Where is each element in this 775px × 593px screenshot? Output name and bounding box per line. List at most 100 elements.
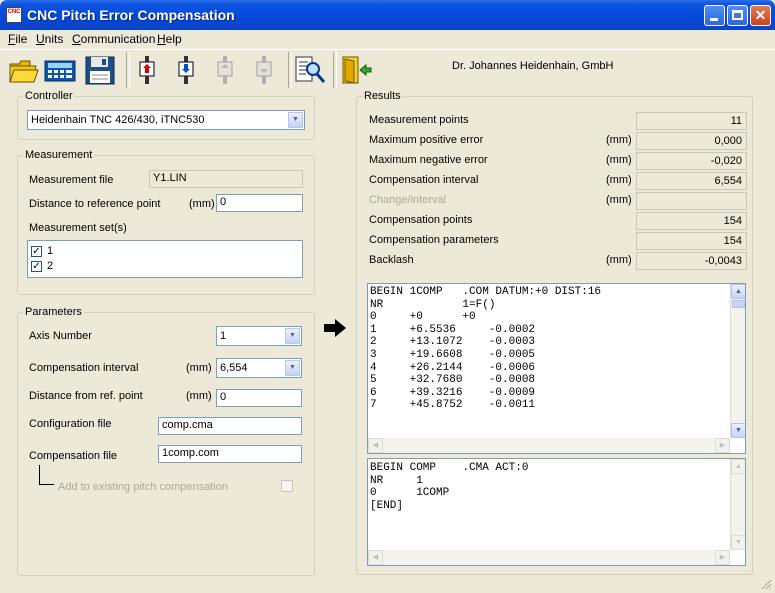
menu-help[interactable]: Help bbox=[157, 32, 182, 46]
axis-number-value: 1 bbox=[220, 330, 227, 342]
resize-grip-icon[interactable] bbox=[760, 578, 772, 590]
cma-file-textarea[interactable]: BEGIN COMP .CMA ACT:0 NR 10 1COMP [END] ▲ … bbox=[367, 458, 746, 566]
distance-ref-point-input[interactable]: 0 bbox=[216, 389, 302, 407]
result-value: 0,000 bbox=[636, 132, 747, 150]
chevron-down-icon[interactable]: ▼ bbox=[285, 328, 300, 344]
scroll-right-icon[interactable]: ▶ bbox=[715, 438, 730, 453]
scroll-left-icon[interactable]: ◀ bbox=[368, 550, 383, 565]
scroll-up-icon[interactable]: ▲ bbox=[731, 459, 745, 474]
close-button[interactable]: ✕ bbox=[750, 5, 771, 26]
measurement-set-1-label: 1 bbox=[47, 245, 54, 257]
measurement-set-1-checkbox[interactable]: ✓ bbox=[31, 246, 42, 257]
compensation-file-label: Compensation file bbox=[29, 450, 118, 462]
com-line: 0 +0 +0 bbox=[370, 311, 476, 324]
company-name: Dr. Johannes Heidenhain, GmbH bbox=[452, 60, 614, 72]
chevron-down-icon[interactable]: ▼ bbox=[285, 360, 300, 376]
com-line: 1 +6.5536 -0.0002 bbox=[370, 323, 536, 336]
cma-file-content: BEGIN COMP .CMA ACT:0 NR 10 1COMP [END] bbox=[370, 462, 528, 512]
scroll-right-icon[interactable]: ▶ bbox=[715, 550, 730, 565]
compensation-interval-label: Compensation interval bbox=[29, 362, 139, 374]
measurement-sets-list[interactable] bbox=[27, 240, 303, 278]
window-title: CNC Pitch Error Compensation bbox=[27, 7, 235, 23]
distance-reference-label: Distance to reference point bbox=[29, 198, 161, 210]
measurement-group-label: Measurement bbox=[23, 149, 95, 161]
com-line: 4 +26.2144 -0.0006 bbox=[370, 361, 536, 374]
result-unit: (mm) bbox=[606, 254, 632, 266]
toolbar-separator bbox=[288, 52, 292, 88]
minimize-icon bbox=[710, 18, 718, 21]
menu-file[interactable]: File bbox=[8, 32, 27, 46]
compensation-interval-value: 6,554 bbox=[220, 362, 248, 374]
search-magnify-icon[interactable] bbox=[294, 54, 326, 86]
minimize-button[interactable] bbox=[704, 5, 725, 26]
com-line: 6 +39.3216 -0.0009 bbox=[370, 386, 536, 399]
cma-line: 0 1COMP bbox=[370, 487, 450, 500]
chevron-down-icon[interactable]: ▼ bbox=[288, 112, 303, 128]
open-folder-icon[interactable] bbox=[8, 54, 40, 86]
scroll-thumb[interactable] bbox=[732, 300, 745, 308]
result-value: 11 bbox=[636, 112, 747, 130]
result-value: 154 bbox=[636, 212, 747, 230]
configuration-file-input[interactable]: comp.cma bbox=[158, 417, 302, 435]
result-unit: (mm) bbox=[606, 134, 632, 146]
scroll-down-icon[interactable]: ▼ bbox=[731, 535, 745, 550]
com-file-content: BEGIN 1COMP .COM DATUM:+0 DIST:16 NR 1=F(… bbox=[370, 286, 601, 412]
exit-door-icon[interactable] bbox=[340, 54, 372, 86]
com-line: 2 +13.1072 -0.0003 bbox=[370, 336, 536, 349]
app-icon: CNC bbox=[6, 7, 22, 23]
measurement-file-field: Y1.LIN bbox=[149, 170, 303, 188]
com-line: 7 +45.8752 -0.0011 bbox=[370, 399, 536, 412]
result-unit: (mm) bbox=[606, 174, 632, 186]
result-value: 154 bbox=[636, 232, 747, 250]
com-line: 5 +32.7680 -0.0008 bbox=[370, 374, 536, 387]
configuration-file-label: Configuration file bbox=[29, 418, 112, 430]
measurement-set-2-checkbox[interactable]: ✓ bbox=[31, 261, 42, 272]
close-icon: ✕ bbox=[754, 7, 767, 23]
result-value: -0,0043 bbox=[636, 252, 747, 270]
parameters-group bbox=[17, 312, 315, 576]
result-label: Compensation points bbox=[369, 214, 473, 226]
result-unit: (mm) bbox=[606, 194, 632, 206]
measurement-file-label: Measurement file bbox=[29, 174, 114, 186]
connector-receive-icon[interactable] bbox=[170, 54, 202, 86]
menu-divider bbox=[0, 49, 775, 50]
measurement-sets-label: Measurement set(s) bbox=[29, 222, 127, 234]
parameters-group-label: Parameters bbox=[23, 306, 84, 318]
cma-line: [END] bbox=[370, 499, 404, 512]
maximize-icon bbox=[732, 10, 743, 20]
connector-disabled-icon[interactable] bbox=[209, 54, 241, 86]
distance-reference-input[interactable]: 0 bbox=[216, 194, 303, 212]
result-label: Measurement points bbox=[369, 114, 469, 126]
com-file-textarea[interactable]: BEGIN 1COMP .COM DATUM:+0 DIST:16 NR 1=F(… bbox=[367, 283, 746, 454]
compensation-file-input[interactable]: 1comp.com bbox=[158, 445, 302, 463]
controller-group-label: Controller bbox=[23, 90, 75, 102]
result-label: Change/interval bbox=[369, 194, 447, 206]
add-existing-label: Add to existing pitch compensation bbox=[58, 481, 228, 493]
calculator-icon[interactable] bbox=[44, 54, 76, 86]
connector-disabled-2-icon[interactable] bbox=[248, 54, 280, 86]
save-disk-icon[interactable] bbox=[84, 54, 116, 86]
cma-vertical-scrollbar[interactable]: ▲ ▼ bbox=[730, 459, 745, 550]
com-horizontal-scrollbar[interactable]: ◀ ▶ bbox=[368, 438, 730, 453]
controller-select[interactable]: Heidenhain TNC 426/430, iTNC530 ▼ bbox=[27, 110, 305, 130]
measurement-set-2-label: 2 bbox=[47, 260, 54, 272]
compensation-interval-select[interactable]: 6,554 ▼ bbox=[216, 358, 302, 378]
scroll-down-icon[interactable]: ▼ bbox=[731, 423, 745, 438]
tree-connector-line bbox=[39, 465, 54, 485]
axis-number-select[interactable]: 1 ▼ bbox=[216, 326, 302, 346]
result-value bbox=[636, 192, 747, 210]
scroll-left-icon[interactable]: ◀ bbox=[368, 438, 383, 453]
scroll-up-icon[interactable]: ▲ bbox=[731, 284, 745, 299]
toolbar-separator bbox=[126, 52, 130, 88]
connector-send-icon[interactable] bbox=[131, 54, 163, 86]
result-unit: (mm) bbox=[606, 154, 632, 166]
com-vertical-scrollbar[interactable]: ▲ ▼ bbox=[730, 284, 745, 438]
controller-select-value: Heidenhain TNC 426/430, iTNC530 bbox=[31, 114, 205, 126]
toolbar-separator bbox=[333, 52, 337, 88]
menu-communication[interactable]: Communication bbox=[72, 32, 155, 46]
cma-horizontal-scrollbar[interactable]: ◀ ▶ bbox=[368, 550, 730, 565]
add-existing-checkbox[interactable] bbox=[281, 480, 293, 492]
maximize-button[interactable] bbox=[727, 5, 748, 26]
menu-units[interactable]: Units bbox=[36, 32, 63, 46]
result-value: -0,020 bbox=[636, 152, 747, 170]
